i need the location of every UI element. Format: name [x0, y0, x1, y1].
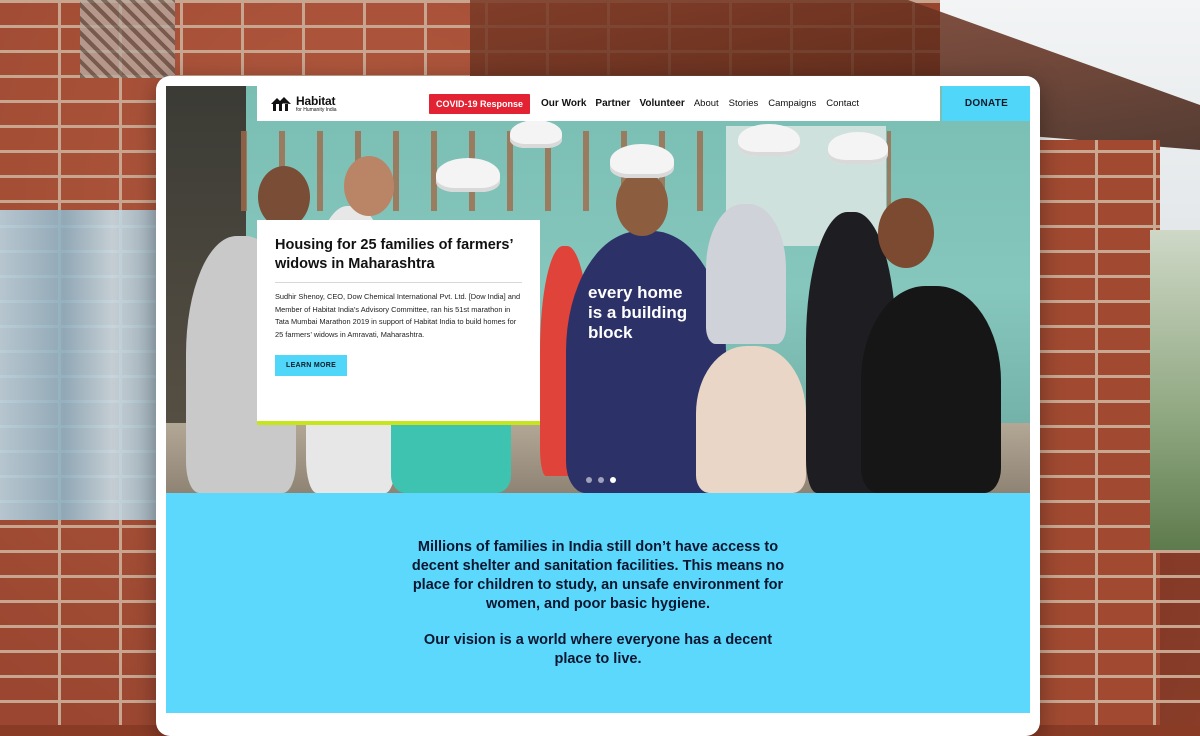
story-divider [275, 282, 522, 283]
slider-dots [586, 477, 616, 483]
helmet [510, 120, 562, 148]
story-body: Sudhir Shenoy, CEO, Dow Chemical Interna… [275, 292, 521, 339]
helmet [828, 132, 888, 164]
helmet [436, 158, 500, 192]
slider-dot[interactable] [598, 477, 604, 483]
nav-stories[interactable]: Stories [729, 98, 759, 109]
tshirt-text: every home is a building block [588, 283, 688, 342]
nav-campaigns[interactable]: Campaigns [768, 98, 816, 109]
house-logo-icon [271, 96, 291, 111]
person [706, 204, 786, 344]
slider-dot-active[interactable] [610, 477, 616, 483]
lattice-window [80, 0, 175, 78]
mission-paragraph-2: Our vision is a world where everyone has… [423, 632, 773, 667]
story-title: Housing for 25 families of farmers’ wido… [275, 237, 513, 272]
person-head [258, 166, 310, 228]
brick-pillar [1040, 140, 1160, 725]
nav-volunteer[interactable]: Volunteer [639, 98, 684, 109]
helmet [738, 124, 800, 156]
habitat-logo[interactable]: Habitat for Humanity India [257, 86, 429, 121]
person [861, 286, 1001, 493]
nav-our-work[interactable]: Our Work [541, 98, 586, 109]
person-head [878, 198, 934, 268]
mission-paragraph-1: Millions of families in India still don’… [411, 539, 785, 612]
covid-response-button[interactable]: COVID-19 Response [429, 93, 531, 114]
logo-title: Habitat [296, 93, 336, 108]
nav-contact[interactable]: Contact [826, 98, 859, 109]
story-card: Housing for 25 families of farmers’ wido… [257, 220, 540, 425]
donate-button[interactable]: DONATE [942, 86, 1030, 121]
tarp [0, 210, 160, 520]
person-head [344, 156, 394, 216]
website: every home is a building block Habitat f… [166, 86, 1030, 736]
nav-about[interactable]: About [694, 98, 719, 109]
top-navigation: Habitat for Humanity India COVID-19 Resp… [257, 86, 1030, 121]
person [696, 346, 806, 493]
slider-dot[interactable] [586, 477, 592, 483]
mission-section: Millions of families in India still don’… [166, 493, 1030, 713]
website-frame: every home is a building block Habitat f… [156, 76, 1040, 736]
nav-partner[interactable]: Partner [595, 98, 630, 109]
trees [1150, 230, 1200, 550]
logo-subtitle: for Humanity India [296, 106, 337, 113]
hero-banner: every home is a building block Habitat f… [166, 86, 1030, 493]
person-head [616, 172, 668, 236]
logo-text: Habitat for Humanity India [296, 95, 337, 113]
learn-more-button[interactable]: LEARN MORE [275, 355, 348, 377]
helmet [610, 144, 674, 178]
